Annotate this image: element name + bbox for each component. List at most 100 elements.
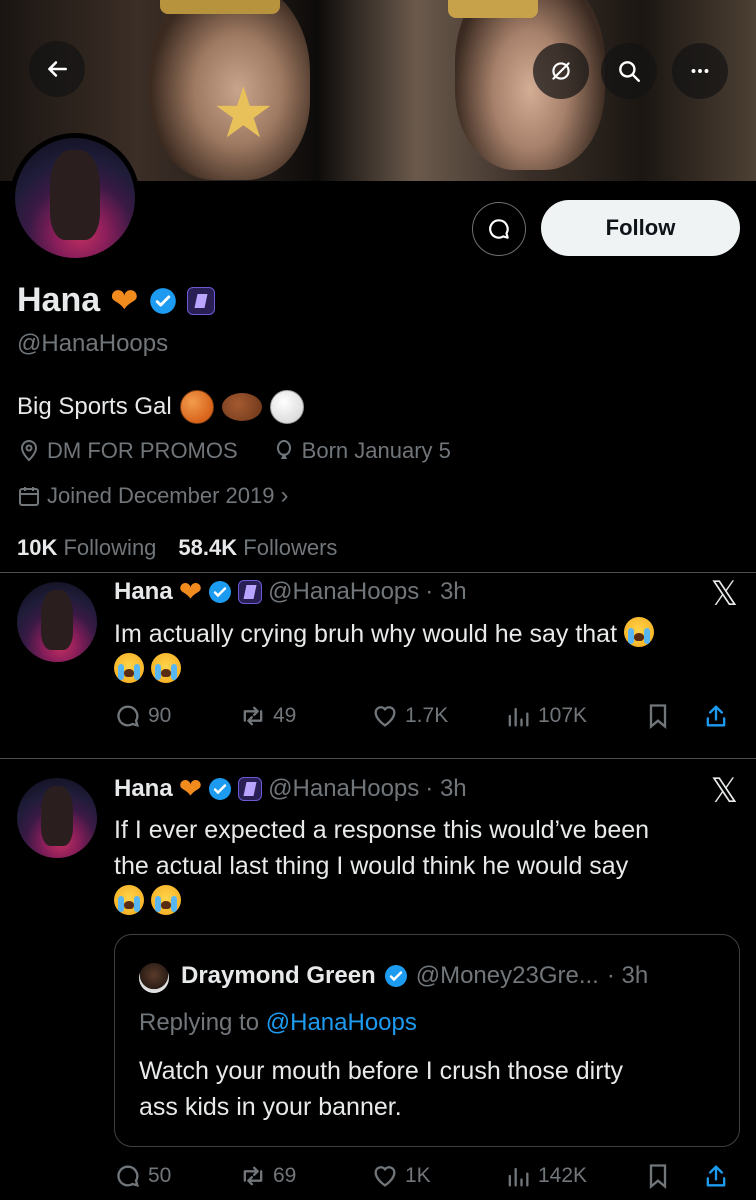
x-logo-icon: 𝕏: [710, 772, 738, 810]
tweet-text: If I ever expected a response this would…: [114, 812, 734, 920]
affiliate-badge-icon: [238, 580, 263, 604]
tweet-actions: 90 49 1.7K 107K: [114, 702, 742, 730]
crying-emoji-icon: [623, 617, 654, 647]
share-button[interactable]: [702, 1162, 730, 1190]
affiliate-badge-icon[interactable]: [186, 286, 215, 315]
profile-handle: @HanaHoops: [17, 330, 169, 357]
heart-icon: [374, 1166, 396, 1187]
calendar-icon: [19, 487, 39, 506]
like-button[interactable]: 1K: [371, 1162, 504, 1190]
views-icon: [508, 707, 529, 727]
basketball-icon: [179, 390, 214, 424]
profile-stats: 10K Following 58.4K Followers: [17, 535, 337, 561]
x-logo-icon: 𝕏: [710, 575, 738, 613]
profile-joined-row[interactable]: Joined December 2019 ›: [17, 482, 288, 510]
tweet-author-name[interactable]: Hana: [114, 578, 173, 606]
quote-author-name[interactable]: Draymond Green: [181, 962, 376, 990]
more-options-button[interactable]: [672, 43, 728, 99]
profile-birthday: Born January 5: [301, 438, 451, 463]
location-icon: [20, 440, 38, 462]
share-icon: [706, 705, 726, 727]
crying-emoji-icon: [114, 653, 144, 683]
tweet-time: · 3h: [425, 578, 467, 605]
bookmark-icon: [649, 1164, 667, 1189]
repost-icon: [243, 706, 263, 726]
verified-badge-icon: [209, 778, 232, 800]
repost-button[interactable]: 49: [239, 702, 371, 730]
crying-emoji-icon: [150, 653, 181, 683]
tweet-author-handle[interactable]: @HanaHoops: [268, 578, 419, 606]
crying-emoji-icon: [150, 885, 181, 915]
verified-badge-icon: [384, 965, 407, 987]
reply-icon: [117, 1165, 139, 1187]
more-icon: [691, 69, 709, 73]
views-button[interactable]: 142K: [504, 1162, 644, 1190]
reply-icon: [117, 705, 139, 727]
profile-location: DM FOR PROMOS: [47, 438, 238, 463]
reply-button[interactable]: 50: [114, 1162, 239, 1190]
following-link[interactable]: 10K Following: [17, 535, 156, 561]
verified-badge-icon[interactable]: [149, 287, 177, 315]
quoted-tweet[interactable]: Draymond Green @Money23Gre... · 3h Reply…: [114, 934, 740, 1147]
avatar-image: [15, 138, 135, 258]
orange-heart-icon: ❤: [178, 773, 203, 804]
share-button[interactable]: [702, 702, 730, 730]
search-button[interactable]: [601, 43, 657, 99]
quote-header: Draymond Green @Money23Gre... · 3h: [181, 962, 648, 990]
quote-text: Watch your mouth before I crush those di…: [139, 1057, 624, 1121]
bio-text: Big Sports Gal: [17, 393, 172, 420]
orange-heart-icon: ❤: [110, 281, 139, 320]
verified-badge-icon: [209, 581, 232, 603]
views-button[interactable]: 107K: [504, 702, 644, 730]
arrow-left-icon: [48, 61, 67, 77]
bookmark-icon: [649, 704, 667, 729]
bookmark-button[interactable]: [644, 702, 702, 730]
search-icon: [619, 61, 640, 82]
share-icon: [706, 1165, 726, 1187]
bookmark-button[interactable]: [644, 1162, 702, 1190]
tweet-divider: [0, 758, 756, 759]
tweet-actions: 50 69 1K 142K: [114, 1162, 742, 1190]
reply-button[interactable]: 90: [114, 702, 239, 730]
heart-icon: [374, 706, 396, 727]
views-icon: [508, 1167, 529, 1187]
tweet-time: · 3h: [425, 775, 467, 802]
tweet-header: Hana ❤ @HanaHoops · 3h: [114, 775, 467, 803]
tweet-text: Im actually crying bruh why would he say…: [114, 616, 734, 688]
back-button[interactable]: [29, 41, 85, 97]
quote-replying-to: Replying to @HanaHoops: [139, 1009, 417, 1036]
profile-bio: Big Sports Gal: [17, 390, 304, 424]
profile-meta-location-birthday: DM FOR PROMOS Born January 5: [17, 438, 451, 464]
profile-divider: [0, 572, 756, 573]
quote-time: · 3h: [606, 962, 649, 989]
quote-author-handle[interactable]: @Money23Gre...: [416, 962, 599, 990]
orange-heart-icon: ❤: [178, 576, 203, 607]
banner-crown-left: [160, 0, 280, 14]
affiliate-badge-icon: [238, 777, 263, 801]
banner-crown-right: [448, 0, 538, 18]
follow-button[interactable]: Follow: [541, 200, 740, 256]
tweet-header: Hana ❤ @HanaHoops · 3h: [114, 578, 467, 606]
profile-avatar[interactable]: [10, 133, 140, 263]
tweet-author-name[interactable]: Hana: [114, 775, 173, 803]
message-icon: [489, 219, 509, 239]
tweet-avatar[interactable]: [17, 582, 97, 662]
banner-star-wand: ★: [212, 74, 275, 152]
repost-icon: [243, 1166, 263, 1186]
notifications-off-button[interactable]: [533, 43, 589, 99]
chevron-right-icon: ›: [280, 482, 289, 509]
profile-name-row: Hana ❤: [17, 281, 215, 320]
quote-avatar[interactable]: [139, 963, 169, 993]
crying-emoji-icon: [114, 885, 144, 915]
profile-name: Hana: [17, 281, 101, 319]
baseball-icon: [269, 390, 304, 424]
profile-joined: Joined December 2019: [47, 483, 275, 508]
bell-off-icon: [552, 62, 570, 80]
repost-button[interactable]: 69: [239, 1162, 371, 1190]
tweet-author-handle[interactable]: @HanaHoops: [268, 775, 419, 803]
tweet-avatar[interactable]: [17, 778, 97, 858]
followers-link[interactable]: 58.4K Followers: [178, 535, 337, 561]
message-button[interactable]: [472, 202, 526, 256]
like-button[interactable]: 1.7K: [371, 702, 504, 730]
replying-to-link[interactable]: @HanaHoops: [266, 1009, 417, 1036]
